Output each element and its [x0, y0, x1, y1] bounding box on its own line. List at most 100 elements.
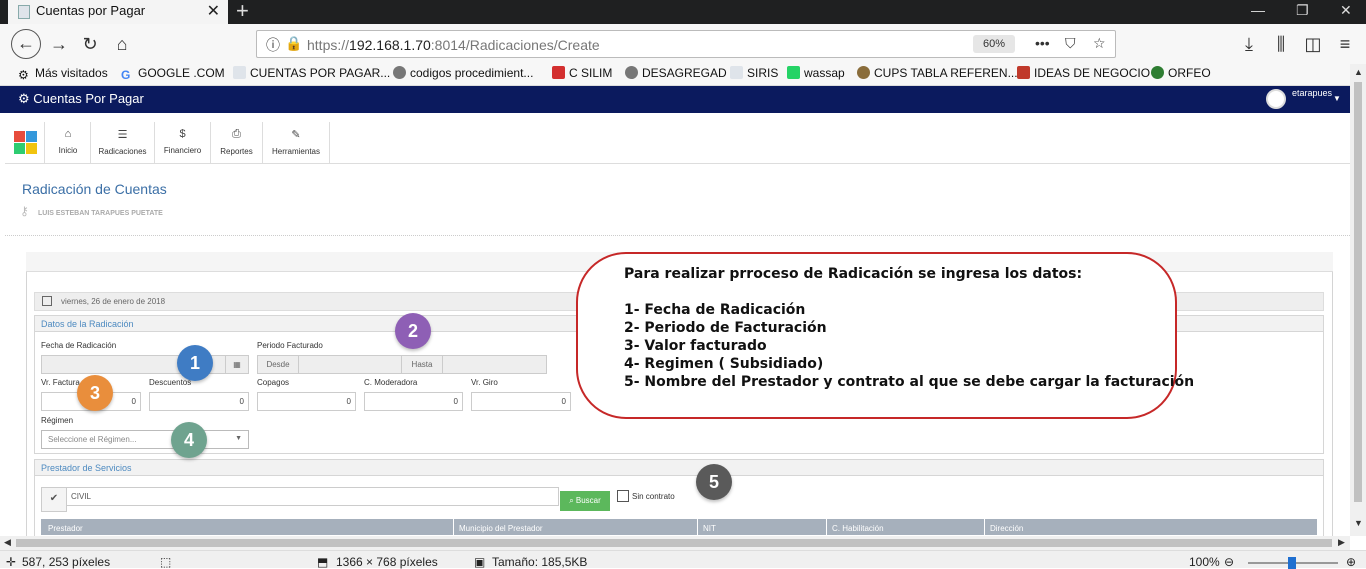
user-menu-caret-icon[interactable]: ▼ — [1333, 94, 1341, 103]
avatar[interactable] — [1266, 89, 1286, 109]
prestador-table-header: Prestador Municipio del Prestador NIT C.… — [41, 519, 1317, 535]
cursor-icon: ✛ — [6, 555, 17, 569]
download-icon[interactable]: ⤓ — [1236, 32, 1262, 58]
callout-line: 4- Regimen ( Subsidiado) — [624, 356, 824, 372]
cursor-position: 587, 253 píxeles — [22, 555, 111, 569]
column-divider — [453, 519, 454, 535]
horizontal-scrollbar[interactable]: ◀ ▶ — [0, 536, 1350, 550]
apps-logo[interactable] — [5, 122, 45, 164]
scroll-right-icon[interactable]: ▶ — [1338, 537, 1345, 548]
copagos-label: Copagos — [257, 378, 290, 387]
bookmarks-bar: ⚙ Más visitados G GOOGLE .COM CUENTAS POR … — [0, 64, 1366, 86]
disk-icon: ▣ — [474, 555, 486, 569]
minimize-icon[interactable]: — — [1251, 2, 1265, 18]
page-title: Radicación de Cuentas — [22, 181, 167, 197]
bookmark-google[interactable]: G GOOGLE .COM — [121, 66, 225, 82]
bookmark-wassap[interactable]: wassap — [787, 66, 845, 80]
desde-addon: Desde — [257, 355, 299, 374]
lock-warning-icon[interactable]: 🔒 — [285, 35, 302, 52]
library-icon[interactable]: ⫼ — [1268, 32, 1294, 58]
scrollbar-thumb[interactable] — [16, 539, 1332, 547]
app-title[interactable]: ⚙ Cuentas Por Pagar — [18, 91, 144, 107]
close-tab-icon[interactable]: ✕ — [207, 1, 220, 21]
scroll-left-icon[interactable]: ◀ — [4, 537, 11, 548]
bookmark-ideas[interactable]: IDEAS DE NEGOCIO — [1017, 66, 1150, 80]
descuentos-label: Descuentos — [149, 378, 192, 387]
navigation-bar: ← → ↻ ⌂ ⓘ 🔒 https://192.168.1.70:8014/Ra… — [0, 24, 1366, 64]
scroll-up-icon[interactable]: ▲ — [1354, 67, 1363, 77]
scroll-down-icon[interactable]: ▼ — [1354, 518, 1363, 528]
more-actions-icon[interactable]: ••• — [1035, 35, 1050, 51]
column-divider — [984, 519, 985, 535]
column-divider — [697, 519, 698, 535]
column-header[interactable]: NIT — [703, 524, 716, 533]
bookmark-star-icon[interactable]: ☆ — [1093, 35, 1106, 52]
menu-icon[interactable]: ≡ — [1332, 32, 1358, 58]
wrench-icon: ✎ — [291, 129, 301, 141]
step-badge-1: 1 — [177, 345, 213, 381]
zoom-out-icon[interactable]: ⊖ — [1224, 555, 1234, 569]
zoom-slider[interactable] — [1248, 557, 1338, 569]
new-tab-icon[interactable]: + — [236, 0, 249, 24]
column-header[interactable]: Municipio del Prestador — [459, 524, 543, 533]
moderadora-input[interactable]: 0 — [364, 392, 463, 411]
reload-icon[interactable]: ↻ — [77, 32, 103, 58]
toolbar-herramientas[interactable]: ✎ Herramientas — [263, 122, 330, 164]
bookmark-desagregad[interactable]: DESAGREGAD — [625, 66, 727, 80]
vertical-scrollbar[interactable]: ▲ ▼ — [1350, 64, 1366, 536]
calendar-button-icon[interactable]: ▦ — [225, 355, 249, 374]
toolbar-inicio[interactable]: ⌂ Inicio — [46, 122, 91, 164]
callout-line: 5- Nombre del Prestador y contrato al qu… — [624, 374, 1195, 390]
zoom-percent: 100% — [1189, 555, 1220, 569]
bookmark-codigos[interactable]: codigos procedimient... — [393, 66, 533, 80]
print-icon: ⎙ — [232, 128, 241, 140]
user-name[interactable]: etarapues — [1292, 88, 1332, 98]
address-bar[interactable]: ⓘ 🔒 https://192.168.1.70:8014/Radicacion… — [256, 30, 1116, 58]
giro-input[interactable]: 0 — [471, 392, 571, 411]
callout-line: 1- Fecha de Radicación — [624, 302, 806, 318]
toolbar-reportes[interactable]: ⎙ Reportes — [211, 122, 263, 164]
browser-tab[interactable]: Cuentas por Pagar ✕ — [8, 0, 228, 24]
prestador-search-input[interactable]: CIVIL — [66, 487, 559, 506]
column-header[interactable]: Dirección — [990, 524, 1023, 533]
zoom-in-icon[interactable]: ⊕ — [1346, 555, 1356, 569]
prestador-section-title: Prestador de Servicios — [34, 459, 1324, 476]
descuentos-input[interactable]: 0 — [149, 392, 249, 411]
scrollbar-thumb[interactable] — [1354, 82, 1362, 502]
bookmark-mas-visitados[interactable]: ⚙ Más visitados — [18, 66, 108, 82]
slider-knob[interactable] — [1288, 557, 1296, 569]
app-header: ⚙ Cuentas Por Pagar etarapues ▼ — [0, 86, 1350, 113]
bookmark-orfeo[interactable]: ORFEO — [1151, 66, 1211, 80]
bookmark-siris[interactable]: SIRIS — [730, 66, 778, 80]
selection-icon: ⬚ — [160, 555, 172, 569]
bookmark-cuentas[interactable]: CUENTAS POR PAGAR... — [233, 66, 390, 80]
home-icon[interactable]: ⌂ — [109, 32, 135, 58]
sidebar-icon[interactable]: ◫ — [1300, 32, 1326, 58]
vr-facturado-label: Vr. Factura — [41, 378, 80, 387]
column-header[interactable]: C. Habilitación — [832, 524, 884, 533]
column-header[interactable]: Prestador — [48, 524, 83, 533]
giro-label: Vr. Giro — [471, 378, 498, 387]
copagos-input[interactable]: 0 — [257, 392, 356, 411]
close-window-icon[interactable]: ✕ — [1340, 2, 1352, 19]
toolbar-financiero[interactable]: $ Financiero — [155, 122, 211, 164]
url-text[interactable]: https://192.168.1.70:8014/Radicaciones/C… — [307, 37, 600, 53]
desde-field[interactable] — [298, 355, 402, 374]
restore-icon[interactable]: ❐ — [1296, 2, 1309, 19]
buscar-button[interactable]: ⌕ Buscar — [560, 491, 610, 511]
callout-line: 2- Periodo de Facturación — [624, 320, 827, 336]
toolbar-radicaciones[interactable]: ☰ Radicaciones — [91, 122, 155, 164]
moderadora-label: C. Moderadora — [364, 378, 418, 387]
forward-icon[interactable]: → — [46, 32, 72, 58]
hasta-field[interactable] — [442, 355, 547, 374]
info-icon[interactable]: ⓘ — [266, 35, 280, 55]
pocket-icon[interactable]: ⛉ — [1065, 35, 1076, 52]
check-icon[interactable]: ✔ — [41, 487, 67, 512]
regimen-select[interactable]: Seleccione el Régimen... ▼ — [41, 430, 249, 449]
sin-contrato-checkbox[interactable]: Sin contrato — [617, 490, 675, 502]
zoom-level[interactable]: 60% — [973, 35, 1015, 53]
page-favicon-icon — [18, 5, 30, 19]
back-icon[interactable]: ← — [11, 29, 41, 59]
bookmark-c-silim[interactable]: C SILIM — [552, 66, 612, 80]
bookmark-cups[interactable]: CUPS TABLA REFEREN... — [857, 66, 1018, 80]
